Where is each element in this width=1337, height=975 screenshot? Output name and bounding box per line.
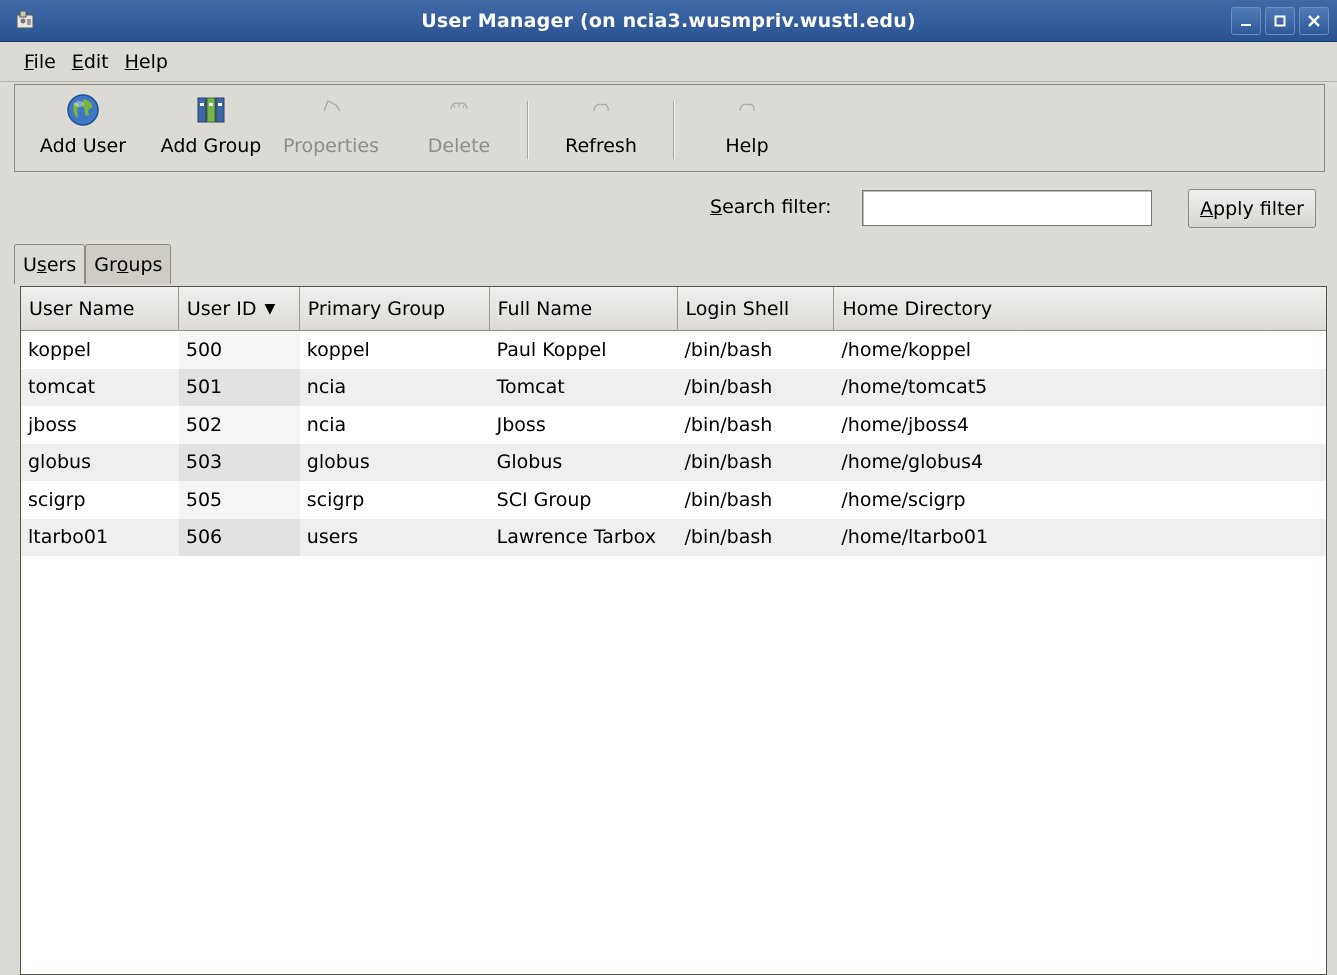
menu-edit[interactable]: Edit [64,51,117,73]
cell-user-id: 501 [178,368,300,406]
add-group-button[interactable]: Add Group [151,85,271,171]
cell-user-id: 505 [178,481,300,519]
minimize-icon [1241,24,1251,26]
column-header-user-id[interactable]: User ID ▼ [179,287,300,331]
cell-home-directory: /home/tomcat5 [841,376,988,399]
cell-user-id: 500 [178,331,300,369]
menu-help[interactable]: Help [117,51,176,73]
cell-full-name: Paul Koppel [496,338,607,361]
add-user-button[interactable]: Add User [15,85,151,171]
properties-icon [314,93,348,127]
users-table: User Name User ID ▼ Primary Group Full Na… [20,286,1327,975]
column-header-user-name[interactable]: User Name [21,287,179,331]
delete-label: Delete [427,135,491,157]
column-header-home-directory[interactable]: Home Directory [834,287,1326,331]
title-bar[interactable]: User Manager (on ncia3.wusmpriv.wustl.ed… [0,0,1337,42]
table-header: User Name User ID ▼ Primary Group Full Na… [21,287,1326,331]
cell-primary-group: ncia [306,413,347,436]
cell-full-name: Lawrence Tarbox [496,526,656,549]
cell-home-directory: /home/ltarbo01 [841,526,989,549]
apply-filter-button[interactable]: Apply filter [1188,189,1316,228]
cell-primary-group: globus [306,451,370,474]
sort-descending-icon: ▼ [264,301,276,317]
table-body: koppel 500 koppel Paul Koppel /bin/bash … [21,331,1326,556]
cell-user-id: 503 [178,443,300,481]
add-group-label: Add Group [160,135,262,157]
refresh-label: Refresh [565,135,637,157]
add-user-label: Add User [39,135,127,157]
refresh-icon [584,93,618,127]
help-label: Help [725,135,769,157]
cell-login-shell: /bin/bash [684,526,773,549]
refresh-button[interactable]: Refresh [529,85,673,171]
cell-user-name: globus [28,451,91,474]
cell-full-name: Jboss [496,413,546,436]
cell-primary-group: ncia [306,376,347,399]
delete-button[interactable]: Delete [391,85,527,171]
cell-full-name: Globus [496,451,563,474]
table-row[interactable]: tomcat 501 ncia Tomcat /bin/bash /home/t… [21,368,1326,406]
cell-primary-group: scigrp [306,488,365,511]
cell-user-id: 506 [178,518,300,556]
window-title: User Manager (on ncia3.wusmpriv.wustl.ed… [421,9,916,32]
cell-user-name: jboss [28,413,77,436]
cell-user-id: 502 [178,406,300,444]
cell-home-directory: /home/jboss4 [841,413,969,436]
search-filter-input[interactable] [862,190,1152,226]
table-row[interactable]: scigrp 505 scigrp SCI Group /bin/bash /h… [21,481,1326,519]
window-controls [1231,7,1329,35]
cell-login-shell: /bin/bash [684,413,773,436]
tab-users[interactable]: Us ers [14,244,86,284]
column-header-full-name[interactable]: Full Name [490,287,678,331]
menu-file[interactable]: File [16,51,64,73]
app-icon[interactable] [14,9,36,31]
tab-groups[interactable]: Gr o ups [85,244,172,284]
toolbar: Add User Add Group Properties Delete Ref… [14,84,1325,172]
cell-home-directory: /home/globus4 [841,451,984,474]
cell-primary-group: koppel [306,338,370,361]
menu-bar: File Edit Help [0,42,1337,82]
column-header-primary-group[interactable]: Primary Group [300,287,490,331]
group-icon [194,93,228,127]
search-filter-label: Search filter: [710,196,832,218]
cell-user-name: ltarbo01 [28,526,109,549]
maximize-button[interactable] [1265,7,1295,35]
table-row[interactable]: jboss 502 ncia Jboss /bin/bash /home/jbo… [21,406,1326,444]
cell-full-name: Tomcat [496,376,565,399]
help-icon [730,93,764,127]
cell-user-name: koppel [28,338,92,361]
cell-home-directory: /home/scigrp [841,488,966,511]
minimize-button[interactable] [1231,7,1261,35]
delete-icon [442,93,476,127]
properties-button[interactable]: Properties [271,85,391,171]
cell-home-directory: /home/koppel [841,338,972,361]
table-row[interactable]: ltarbo01 506 users Lawrence Tarbox /bin/… [21,518,1326,556]
close-icon [1308,15,1320,27]
cell-login-shell: /bin/bash [684,451,773,474]
help-button[interactable]: Help [675,85,819,171]
table-row[interactable]: koppel 500 koppel Paul Koppel /bin/bash … [21,331,1326,369]
cell-login-shell: /bin/bash [684,338,773,361]
tab-bar: Us ers Gr o ups [14,244,172,284]
column-header-login-shell[interactable]: Login Shell [678,287,835,331]
cell-user-name: tomcat [28,376,96,399]
properties-label: Properties [282,135,380,157]
cell-primary-group: users [306,526,359,549]
cell-login-shell: /bin/bash [684,376,773,399]
cell-login-shell: /bin/bash [684,488,773,511]
cell-user-name: scigrp [28,488,86,511]
table-row[interactable]: globus 503 globus Globus /bin/bash /home… [21,443,1326,481]
globe-icon [66,93,100,127]
cell-full-name: SCI Group [496,488,592,511]
maximize-icon [1274,15,1286,27]
close-button[interactable] [1299,7,1329,35]
